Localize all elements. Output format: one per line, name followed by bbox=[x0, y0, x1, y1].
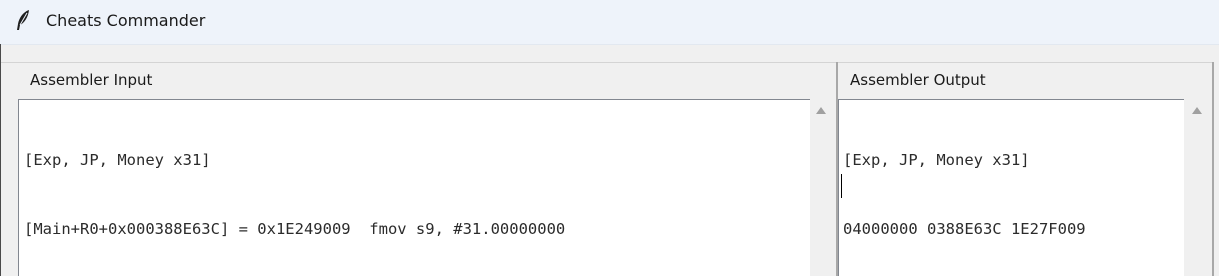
output-frame-top bbox=[838, 62, 1212, 63]
panel-divider-right[interactable] bbox=[1212, 62, 1214, 276]
title-bar: Cheats Commander bbox=[0, 0, 1219, 45]
scroll-up-arrow-icon[interactable] bbox=[816, 107, 826, 114]
assembler-output-textbox[interactable]: [Exp, JP, Money x31] 04000000 0388E63C 1… bbox=[838, 99, 1184, 276]
text-cursor bbox=[841, 174, 842, 198]
input-line-2: [Main+R0+0x000388E63C] = 0x1E249009 fmov… bbox=[24, 220, 566, 238]
input-line-1: [Exp, JP, Money x31] bbox=[24, 151, 211, 169]
window-edge bbox=[0, 44, 1, 276]
output-line-1: [Exp, JP, Money x31] bbox=[843, 151, 1030, 169]
input-frame-top bbox=[1, 62, 836, 63]
scroll-up-arrow-icon[interactable] bbox=[1192, 107, 1202, 114]
assembler-output-label: Assembler Output bbox=[850, 71, 986, 89]
assembler-input-textbox[interactable]: [Exp, JP, Money x31] [Main+R0+0x000388E6… bbox=[18, 99, 810, 276]
output-line-2: 04000000 0388E63C 1E27F009 bbox=[843, 220, 1086, 238]
output-scrollbar[interactable] bbox=[1186, 99, 1208, 276]
window-title: Cheats Commander bbox=[46, 11, 206, 30]
feather-icon bbox=[17, 10, 29, 30]
input-scrollbar[interactable] bbox=[810, 99, 832, 276]
assembler-input-label: Assembler Input bbox=[30, 71, 153, 89]
